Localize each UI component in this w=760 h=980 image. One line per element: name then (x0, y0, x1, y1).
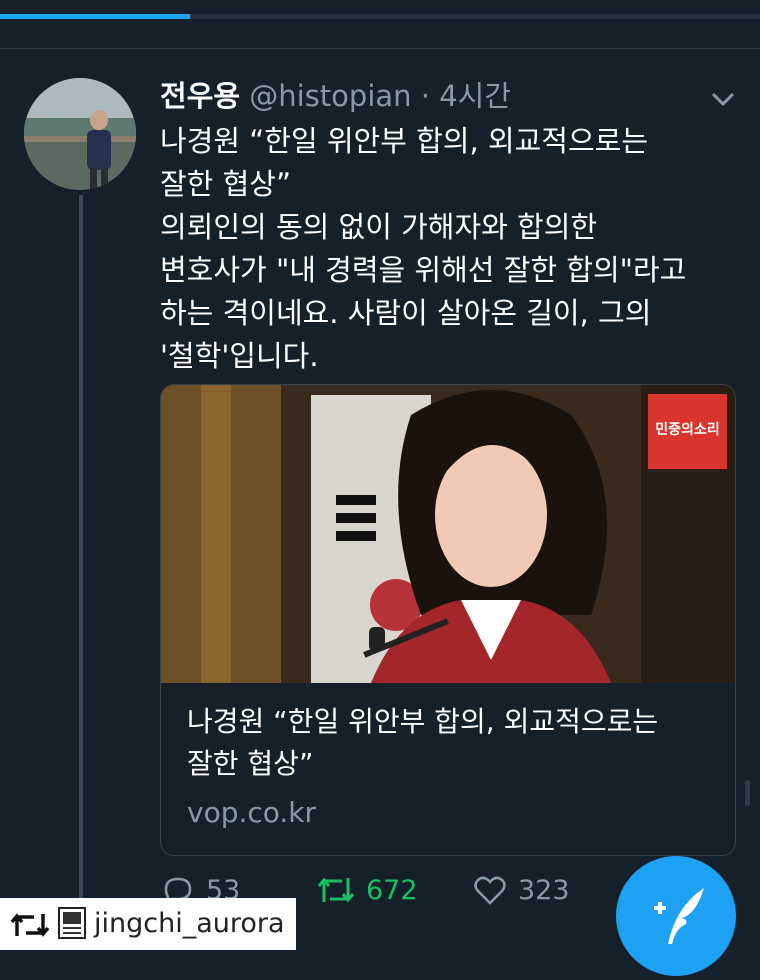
chevron-down-icon[interactable] (708, 84, 738, 118)
like-action[interactable]: 323 (472, 872, 570, 908)
author-name[interactable]: 전우용 (160, 79, 240, 113)
separator-dot: · (420, 79, 430, 113)
repost-username[interactable]: jingchi_aurora (94, 907, 285, 941)
retweet-icon (317, 877, 355, 903)
tweet-body-line: 나경원 “한일 위안부 합의, 외교적으로는 (160, 124, 648, 158)
card-image[interactable]: 민중의소리 (161, 385, 735, 683)
retweet-count: 672 (366, 874, 418, 906)
retweet-action[interactable]: 672 (316, 872, 418, 908)
repost-icon (10, 913, 50, 937)
tweet-body-line: '철학'입니다. (160, 339, 319, 373)
compose-feather-icon (654, 888, 704, 944)
repost-footer: jingchi_aurora (0, 898, 296, 950)
author-handle[interactable]: @histopian (249, 79, 411, 113)
tweet-body-line: 변호사가 "내 경력을 위해선 잘한 합의"라고 (160, 253, 687, 287)
compose-button[interactable] (616, 856, 736, 976)
source-badge: 민중의소리 (655, 422, 720, 438)
tweet-time[interactable]: 4시간 (439, 79, 511, 113)
user-logo-icon (58, 907, 86, 939)
avatar-photo (24, 78, 136, 190)
tweet-body-line: 잘한 협상” (160, 167, 291, 201)
tweet-header: 전우용 @histopian · 4시간 (160, 78, 511, 114)
progress-bar (0, 14, 190, 19)
heart-icon (474, 876, 506, 905)
tweet-body-line: 하는 격이네요. 사람이 살아온 길이, 그의 (160, 296, 652, 330)
scrollbar[interactable] (745, 780, 750, 806)
link-card[interactable]: 민중의소리 나경원 “한일 위안부 합의, 외교적으로는 잘한 협상” vop.… (160, 384, 736, 856)
tweet-body-line: 의뢰인의 동의 없이 가해자와 합의한 (160, 210, 598, 244)
avatar[interactable] (24, 78, 136, 190)
card-title-line: 나경원 “한일 위안부 합의, 외교적으로는 (187, 705, 659, 738)
tweet-body: 나경원 “한일 위안부 합의, 외교적으로는 잘한 협상” 의뢰인의 동의 없이… (160, 120, 740, 378)
card-title[interactable]: 나경원 “한일 위안부 합의, 외교적으로는 잘한 협상” (187, 701, 717, 785)
top-bar (0, 0, 760, 49)
progress-track (190, 14, 760, 19)
card-title-line: 잘한 협상” (187, 747, 314, 780)
thread-line (79, 195, 83, 950)
card-domain: vop.co.kr (187, 796, 317, 829)
like-count: 323 (518, 874, 570, 906)
